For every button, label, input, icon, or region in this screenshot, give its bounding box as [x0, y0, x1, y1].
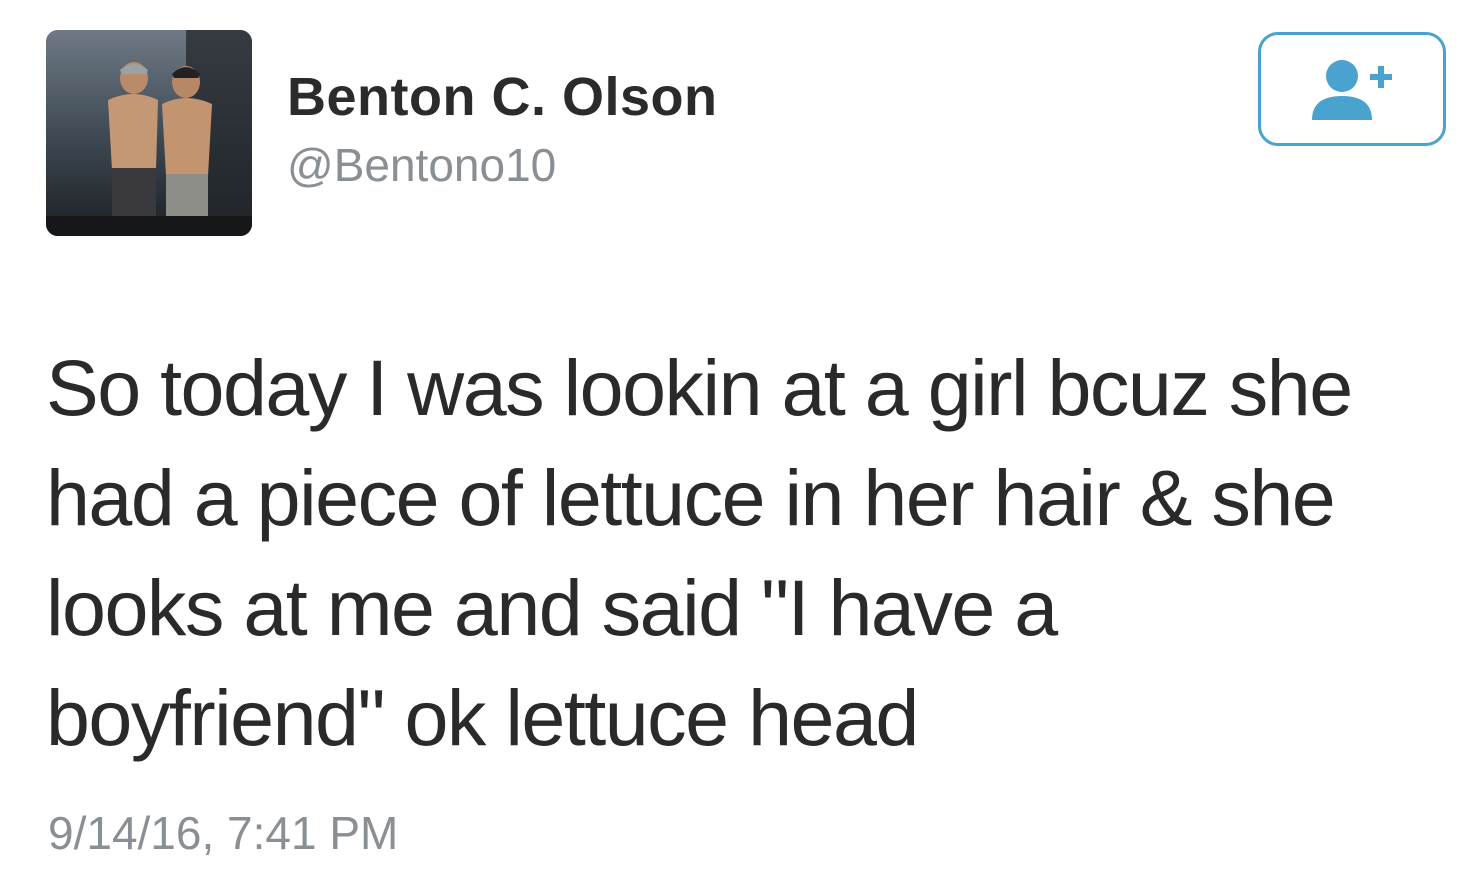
tweet-text: So today I was lookin at a girl bcuz she…: [46, 333, 1426, 773]
user-handle[interactable]: @Bentono10: [287, 138, 556, 192]
avatar[interactable]: [46, 30, 252, 236]
profile-photo: [46, 30, 252, 236]
tweet-card: Benton C. Olson @Bentono10 So today I wa…: [0, 0, 1476, 888]
display-name[interactable]: Benton C. Olson: [287, 66, 717, 128]
tweet-text-line: boyfriend" ok lettuce head: [46, 673, 919, 762]
follow-button[interactable]: [1258, 32, 1446, 146]
tweet-text-line: So today I was lookin at a girl bcuz she: [46, 343, 1353, 432]
add-user-icon: [1312, 60, 1392, 120]
tweet-text-line: looks at me and said "I have a: [46, 563, 1058, 652]
tweet-text-line: had a piece of lettuce in her hair & she: [46, 453, 1336, 542]
timestamp[interactable]: 9/14/16, 7:41 PM: [48, 806, 398, 860]
